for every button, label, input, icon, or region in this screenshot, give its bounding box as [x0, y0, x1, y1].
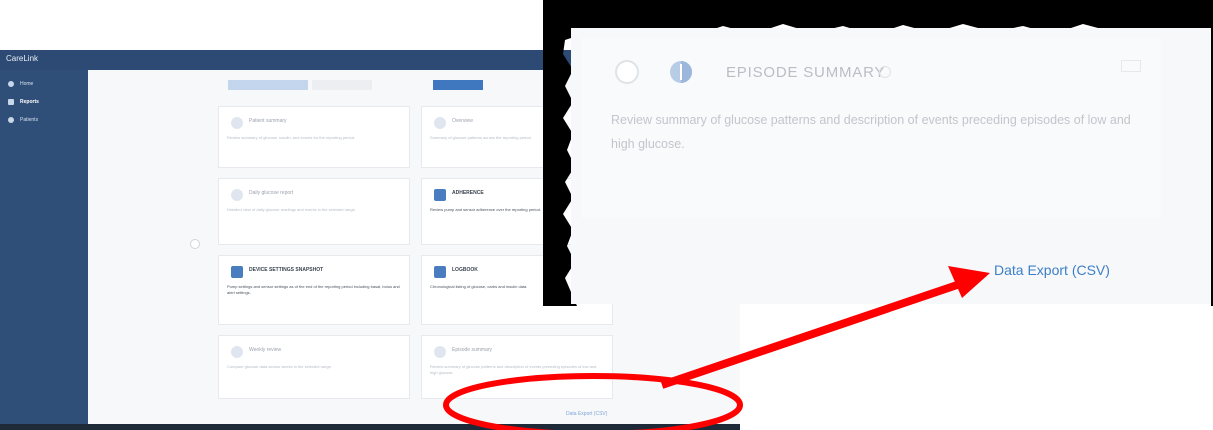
report-card-title: Episode summary	[452, 347, 493, 353]
info-icon[interactable]	[879, 66, 891, 78]
sidebar-item-reports[interactable]: Reports	[8, 96, 84, 108]
report-card-icon	[231, 117, 243, 129]
sidebar-item-label: Home	[20, 81, 34, 87]
toggle-middle[interactable]	[312, 80, 372, 90]
episode-summary-card[interactable]: EPISODE SUMMARY Review summary of glucos…	[581, 38, 1161, 218]
device-settings-icon	[231, 266, 243, 278]
episode-summary-title: EPISODE SUMMARY	[726, 64, 886, 81]
report-card-desc: Compare glucose data across weeks in the…	[227, 364, 332, 369]
report-card-title: ADHERENCE	[452, 190, 484, 196]
report-card-desc: Pump settings and sensor settings as of …	[227, 284, 400, 295]
inset-content: EPISODE SUMMARY Review summary of glucos…	[571, 28, 1211, 304]
taskbar	[0, 424, 740, 430]
select-radio[interactable]	[615, 60, 639, 84]
report-card-title: Weekly review	[249, 347, 282, 353]
report-card[interactable]: Daily glucose report Detailed view of da…	[218, 178, 410, 245]
data-export-link-small[interactable]: Data Export (CSV)	[566, 411, 607, 417]
home-icon	[8, 81, 14, 87]
report-card-desc: Detailed view of daily glucose readings …	[227, 207, 356, 212]
report-card-title: Daily glucose report	[249, 190, 294, 196]
report-card-title: LOGBOOK	[452, 267, 478, 273]
sidebar-item-home[interactable]: Home	[8, 78, 84, 90]
report-card-icon	[231, 346, 243, 358]
data-export-link[interactable]: Data Export (CSV)	[994, 262, 1110, 278]
report-card[interactable]: Weekly review Compare glucose data acros…	[218, 335, 410, 399]
collapse-arrow-icon[interactable]	[190, 239, 200, 249]
report-card-title: DEVICE SETTINGS SNAPSHOT	[249, 267, 324, 273]
report-card-title: Patient summary	[249, 118, 287, 124]
sidebar-item-label: Reports	[20, 99, 39, 105]
report-card-desc: Review summary of glucose patterns and d…	[430, 364, 597, 375]
report-card-episode-summary[interactable]: Episode summary Review summary of glucos…	[421, 335, 613, 399]
episode-summary-icon	[670, 61, 692, 83]
report-card[interactable]: Patient summary Review summary of glucos…	[218, 106, 410, 168]
adherence-icon	[434, 189, 446, 201]
toggle-secondary[interactable]	[488, 80, 538, 90]
brand-logo: CareLink	[6, 54, 39, 63]
toggle-right[interactable]	[433, 80, 483, 90]
patients-icon	[8, 117, 14, 123]
report-card-device-settings[interactable]: DEVICE SETTINGS SNAPSHOT Pump settings a…	[218, 255, 410, 325]
corner-badge	[1121, 60, 1141, 72]
report-card-title: Overview	[452, 118, 473, 124]
report-card-icon	[434, 117, 446, 129]
toggle-left[interactable]	[228, 80, 308, 90]
logbook-icon	[434, 266, 446, 278]
episode-summary-description: Review summary of glucose patterns and d…	[611, 113, 1131, 151]
report-card-icon	[231, 189, 243, 201]
sidebar-item-patients[interactable]: Patients	[8, 114, 84, 126]
reports-icon	[8, 99, 14, 105]
report-card-desc: Review summary of glucose, insulin, and …	[227, 135, 356, 140]
sidebar-item-label: Patients	[20, 117, 39, 123]
zoom-inset: EPISODE SUMMARY Review summary of glucos…	[543, 0, 1213, 306]
episode-summary-icon	[434, 346, 446, 358]
sidebar: Home Reports Patients	[0, 70, 88, 424]
